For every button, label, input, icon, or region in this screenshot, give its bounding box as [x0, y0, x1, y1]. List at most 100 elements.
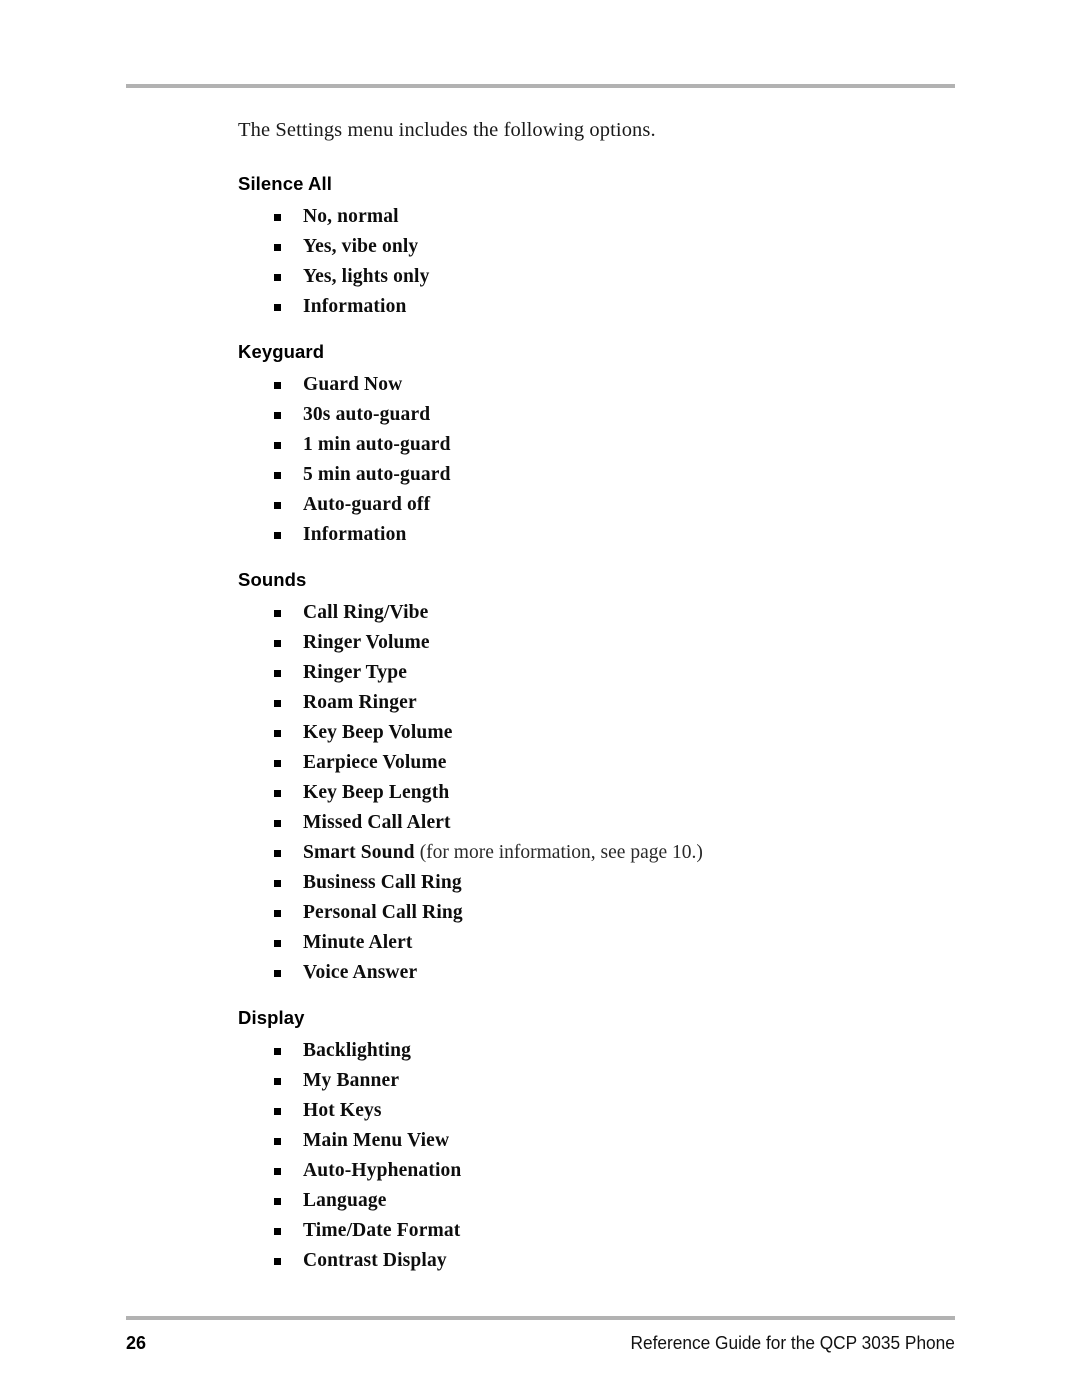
- square-bullet-icon: [274, 1228, 281, 1235]
- list-item-label: Hot Keys: [303, 1100, 382, 1121]
- square-bullet-icon: [274, 790, 281, 797]
- square-bullet-icon: [274, 1138, 281, 1145]
- list-item-label: Ringer Volume: [303, 632, 430, 653]
- section-heading: Keyguard: [238, 341, 325, 362]
- list-item: Minute Alert: [238, 928, 958, 958]
- square-bullet-icon: [274, 1258, 281, 1265]
- square-bullet-icon: [274, 472, 281, 479]
- square-bullet-icon: [274, 1168, 281, 1175]
- list-item-label: Smart Sound: [303, 842, 415, 863]
- list-item-label: Voice Answer: [303, 962, 418, 983]
- settings-section: Silence All No, normal Yes, vibe only Yes, …: [238, 172, 958, 322]
- list-item-label: Roam Ringer: [303, 692, 417, 713]
- square-bullet-icon: [274, 532, 281, 539]
- list-item: Auto-guard off: [238, 490, 958, 520]
- list-item-label: Yes, lights only: [303, 266, 430, 287]
- square-bullet-icon: [274, 304, 281, 311]
- list-item: Voice Answer: [238, 958, 958, 988]
- square-bullet-icon: [274, 214, 281, 221]
- list-item-label: No, normal: [303, 206, 399, 227]
- square-bullet-icon: [274, 700, 281, 707]
- list-item-label: Language: [303, 1190, 387, 1211]
- square-bullet-icon: [274, 970, 281, 977]
- square-bullet-icon: [274, 274, 281, 281]
- settings-section: Display Backlighting My Banner Hot Keys Main…: [238, 1006, 958, 1276]
- square-bullet-icon: [274, 640, 281, 647]
- square-bullet-icon: [274, 1108, 281, 1115]
- list-item-label: Ringer Type: [303, 662, 408, 683]
- list-item: My Banner: [238, 1066, 958, 1096]
- list-item-label: Information: [303, 296, 407, 317]
- list-item-label: Key Beep Volume: [303, 722, 453, 743]
- list-item-label: Contrast Display: [303, 1250, 447, 1271]
- list-item-label: Auto-Hyphenation: [303, 1160, 462, 1181]
- square-bullet-icon: [274, 1078, 281, 1085]
- square-bullet-icon: [274, 502, 281, 509]
- list-item: Yes, vibe only: [238, 232, 958, 262]
- list-item-label: Call Ring/Vibe: [303, 602, 429, 623]
- list-item: Language: [238, 1186, 958, 1216]
- footer-rule: [126, 1316, 955, 1320]
- header-rule: [126, 84, 955, 88]
- list-item: Contrast Display: [238, 1246, 958, 1276]
- list-item-label: Minute Alert: [303, 932, 413, 953]
- square-bullet-icon: [274, 730, 281, 737]
- square-bullet-icon: [274, 610, 281, 617]
- list-item: Hot Keys: [238, 1096, 958, 1126]
- list-item-label: 5 min auto-guard: [303, 464, 451, 485]
- list-item-label: Guard Now: [303, 374, 403, 395]
- list-item: Key Beep Length: [238, 778, 958, 808]
- square-bullet-icon: [274, 760, 281, 767]
- list-item: Earpiece Volume: [238, 748, 958, 778]
- list-item-label: Backlighting: [303, 1040, 411, 1061]
- list-item: Information: [238, 520, 958, 550]
- page-number: 26: [126, 1333, 147, 1353]
- list-item-label: Personal Call Ring: [303, 902, 463, 923]
- option-list: Call Ring/Vibe Ringer Volume Ringer Type Ro…: [238, 598, 958, 988]
- list-item: Key Beep Volume: [238, 718, 958, 748]
- list-item: Ringer Volume: [238, 628, 958, 658]
- list-item: 1 min auto-guard: [238, 430, 958, 460]
- square-bullet-icon: [274, 442, 281, 449]
- list-item-label: Missed Call Alert: [303, 812, 451, 833]
- list-item: 30s auto-guard: [238, 400, 958, 430]
- section-heading: Sounds: [238, 569, 307, 590]
- footer-title: Reference Guide for the QCP 3035 Phone: [630, 1333, 955, 1353]
- list-item-label: Auto-guard off: [303, 494, 431, 515]
- list-item: Time/Date Format: [238, 1216, 958, 1246]
- list-item: Ringer Type: [238, 658, 958, 688]
- settings-section: Sounds Call Ring/Vibe Ringer Volume Ringer …: [238, 568, 958, 988]
- option-list: No, normal Yes, vibe only Yes, lights only…: [238, 202, 958, 322]
- intro-paragraph: The Settings menu includes the following…: [238, 119, 656, 141]
- list-item: Main Menu View: [238, 1126, 958, 1156]
- list-item-label: Information: [303, 524, 407, 545]
- list-item-note: (for more information, see page 10.): [419, 842, 703, 863]
- page-content: The Settings menu includes the following…: [238, 116, 958, 1276]
- option-list: Backlighting My Banner Hot Keys Main Menu V…: [238, 1036, 958, 1276]
- list-item-label: Key Beep Length: [303, 782, 450, 803]
- square-bullet-icon: [274, 1198, 281, 1205]
- list-item: 5 min auto-guard: [238, 460, 958, 490]
- list-item: Roam Ringer: [238, 688, 958, 718]
- list-item-label: My Banner: [303, 1070, 400, 1091]
- square-bullet-icon: [274, 820, 281, 827]
- list-item: Backlighting: [238, 1036, 958, 1066]
- list-item: Guard Now: [238, 370, 958, 400]
- settings-section: Keyguard Guard Now 30s auto-guard 1 min aut…: [238, 340, 958, 550]
- list-item: Business Call Ring: [238, 868, 958, 898]
- document-page: The Settings menu includes the following…: [0, 0, 1080, 1397]
- square-bullet-icon: [274, 244, 281, 251]
- page-footer: 26 Reference Guide for the QCP 3035 Phon…: [126, 1330, 955, 1356]
- square-bullet-icon: [274, 382, 281, 389]
- list-item: Missed Call Alert: [238, 808, 958, 838]
- list-item: Information: [238, 292, 958, 322]
- square-bullet-icon: [274, 412, 281, 419]
- section-heading: Display: [238, 1007, 305, 1028]
- square-bullet-icon: [274, 880, 281, 887]
- list-item: Personal Call Ring: [238, 898, 958, 928]
- list-item-label: 30s auto-guard: [303, 404, 431, 425]
- square-bullet-icon: [274, 850, 281, 857]
- list-item: Auto-Hyphenation: [238, 1156, 958, 1186]
- list-item-label: Main Menu View: [303, 1130, 450, 1151]
- list-item-label: 1 min auto-guard: [303, 434, 451, 455]
